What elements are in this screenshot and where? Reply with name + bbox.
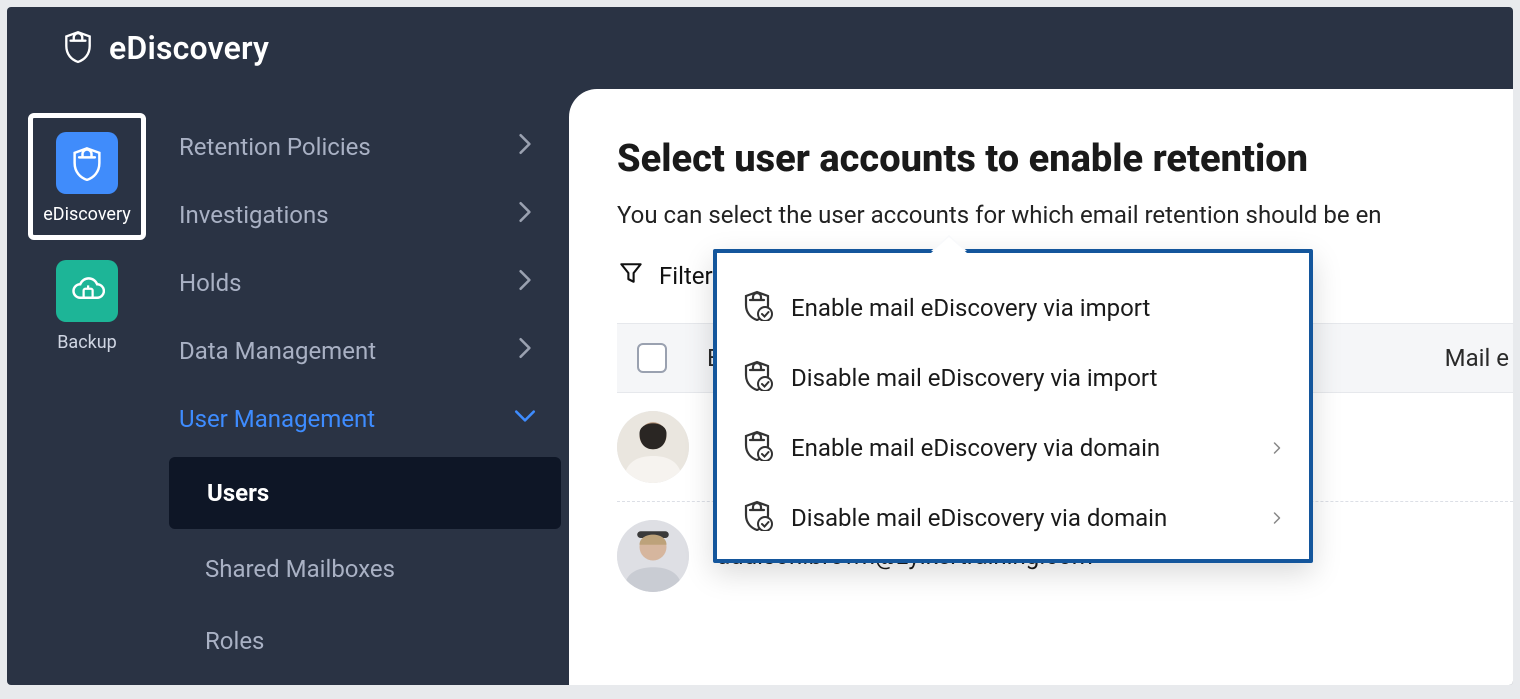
page-title: Select user accounts to enable retention bbox=[617, 137, 1513, 181]
shield-icon bbox=[61, 27, 95, 69]
nav-sub-label: Users bbox=[207, 479, 269, 507]
page-subtitle: You can select the user accounts for whi… bbox=[617, 201, 1513, 229]
dropdown-item-disable-import[interactable]: Disable mail eDiscovery via import bbox=[727, 343, 1299, 413]
nav-label: Investigations bbox=[179, 201, 329, 229]
shield-check-icon bbox=[741, 429, 773, 467]
nav-label: Holds bbox=[179, 269, 242, 297]
nav-holds[interactable]: Holds bbox=[167, 249, 569, 317]
nav-user-management[interactable]: User Management bbox=[167, 385, 569, 453]
nav-data-management[interactable]: Data Management bbox=[167, 317, 569, 385]
chevron-right-icon bbox=[511, 198, 539, 232]
chevron-right-icon bbox=[1269, 504, 1285, 532]
nav-label: Data Management bbox=[179, 337, 376, 365]
rail-item-ediscovery[interactable]: eDiscovery bbox=[28, 113, 146, 240]
rail-item-backup[interactable]: Backup bbox=[56, 260, 118, 353]
shield-check-icon bbox=[741, 359, 773, 397]
nav-sub-users[interactable]: Users bbox=[169, 457, 561, 529]
shield-check-icon bbox=[741, 499, 773, 537]
dropdown-item-label: Enable mail eDiscovery via import bbox=[791, 294, 1150, 322]
icon-rail: eDiscovery Backup bbox=[7, 89, 167, 685]
select-all-checkbox[interactable] bbox=[637, 343, 667, 373]
shield-check-icon bbox=[741, 289, 773, 327]
chevron-right-icon bbox=[511, 130, 539, 164]
nav-sub-shared-mailboxes[interactable]: Shared Mailboxes bbox=[167, 533, 569, 605]
dropdown-list: Enable mail eDiscovery via import Disabl… bbox=[727, 273, 1299, 553]
nav-retention-policies[interactable]: Retention Policies bbox=[167, 113, 569, 181]
filter-icon bbox=[617, 259, 645, 293]
filter-label: Filter bbox=[659, 262, 713, 290]
avatar bbox=[617, 520, 689, 592]
nav-investigations[interactable]: Investigations bbox=[167, 181, 569, 249]
nav-label: Retention Policies bbox=[179, 133, 371, 161]
topbar: eDiscovery bbox=[7, 7, 1513, 89]
nav-sub-roles[interactable]: Roles bbox=[167, 605, 569, 677]
side-nav: Retention Policies Investigations Holds … bbox=[167, 89, 569, 685]
nav-sub-label: Roles bbox=[205, 627, 264, 655]
dropdown-item-label: Disable mail eDiscovery via import bbox=[791, 364, 1157, 392]
chevron-right-icon bbox=[511, 334, 539, 368]
rail-label: eDiscovery bbox=[43, 204, 131, 225]
nav-sub-label: Shared Mailboxes bbox=[205, 555, 395, 583]
dropdown-item-disable-domain[interactable]: Disable mail eDiscovery via domain bbox=[727, 483, 1299, 553]
col-mail-header: Mail e bbox=[1445, 344, 1513, 372]
rail-label: Backup bbox=[57, 332, 117, 353]
dropdown-item-label: Enable mail eDiscovery via domain bbox=[791, 434, 1160, 462]
app-title: eDiscovery bbox=[109, 29, 269, 67]
chevron-right-icon bbox=[511, 266, 539, 300]
modify-status-dropdown: Enable mail eDiscovery via import Disabl… bbox=[713, 249, 1313, 563]
app-frame: eDiscovery eDiscovery Backup Retention P… bbox=[7, 7, 1513, 685]
filter-button[interactable]: Filter bbox=[617, 259, 713, 293]
shield-icon bbox=[56, 132, 118, 194]
dropdown-item-label: Disable mail eDiscovery via domain bbox=[791, 504, 1167, 532]
dropdown-item-enable-domain[interactable]: Enable mail eDiscovery via domain bbox=[727, 413, 1299, 483]
body-row: eDiscovery Backup Retention Policies Inv… bbox=[7, 89, 1513, 685]
nav-label: User Management bbox=[179, 405, 375, 433]
main-panel: Select user accounts to enable retention… bbox=[569, 89, 1513, 685]
app-logo: eDiscovery bbox=[61, 27, 269, 69]
cloud-icon bbox=[56, 260, 118, 322]
dropdown-item-enable-import[interactable]: Enable mail eDiscovery via import bbox=[727, 273, 1299, 343]
chevron-down-icon bbox=[511, 402, 539, 436]
chevron-right-icon bbox=[1269, 434, 1285, 462]
avatar bbox=[617, 411, 689, 483]
